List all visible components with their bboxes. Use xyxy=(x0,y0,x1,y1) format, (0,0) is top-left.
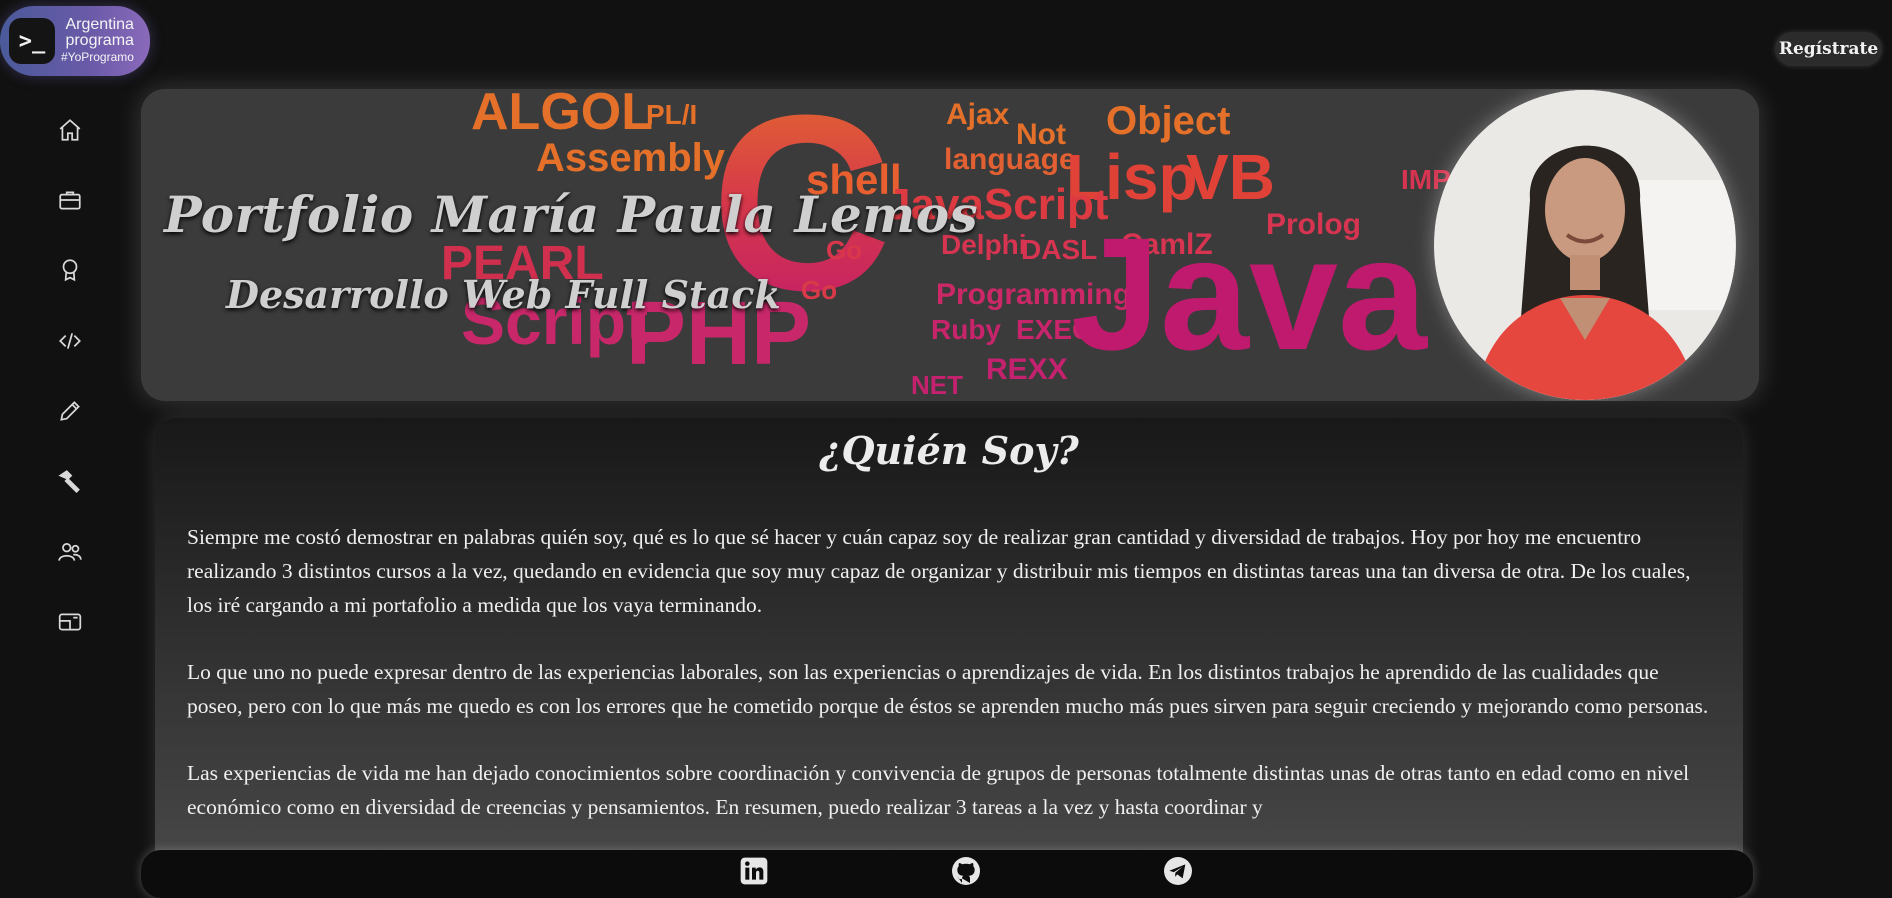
social-footer xyxy=(141,850,1753,898)
cloud-word-2: Assembly xyxy=(536,136,726,180)
cloud-word-0: ALGOL xyxy=(471,89,653,141)
logo-hashtag: #YoProgramo xyxy=(61,50,134,64)
programming-languages-word-cloud: ALGOL PL/I Assembly C shell Ajax Not lan… xyxy=(441,89,1451,400)
sidebar-item-skills[interactable] xyxy=(44,391,96,431)
logo-line-1: Argentina xyxy=(65,16,134,33)
about-paragraph: Siempre me costó demostrar en palabras q… xyxy=(187,525,1691,617)
sidebar-item-team[interactable] xyxy=(44,532,96,572)
profile-photo xyxy=(1434,90,1736,400)
sidebar-item-education[interactable] xyxy=(44,250,96,290)
about-paragraph: Lo que uno no puede expresar dentro de l… xyxy=(187,660,1709,718)
cloud-word-25: NET xyxy=(911,370,963,400)
portfolio-subtitle: Desarrollo Web Full Stack xyxy=(226,272,781,317)
cloud-word-22: Ruby xyxy=(931,314,1001,345)
hero-banner: ALGOL PL/I Assembly C shell Ajax Not lan… xyxy=(141,89,1759,401)
github-icon[interactable] xyxy=(950,855,982,887)
people-icon xyxy=(58,543,82,561)
about-section: ¿Quién Soy? Siempre me costó demostrar e… xyxy=(155,418,1743,890)
portfolio-title: Portfolio María Paula Lemos xyxy=(164,185,979,244)
sidebar-item-projects[interactable] xyxy=(44,461,96,501)
cloud-word-7: language xyxy=(944,143,1076,176)
contact-card-icon xyxy=(58,613,82,631)
register-button[interactable]: Regístrate xyxy=(1775,32,1882,66)
sidebar-item-experience[interactable] xyxy=(44,180,96,220)
cloud-word-8: Object xyxy=(1106,99,1230,143)
about-title: ¿Quién Soy? xyxy=(819,428,1079,473)
briefcase-icon xyxy=(59,191,81,210)
terminal-icon: >_ xyxy=(9,18,55,64)
telegram-icon[interactable] xyxy=(1162,855,1194,887)
cloud-word-10: VB xyxy=(1186,141,1275,213)
argentina-programa-logo[interactable]: >_ Argentina programa #YoProgramo xyxy=(0,6,150,76)
about-body: Siempre me costó demostrar en palabras q… xyxy=(187,520,1711,857)
cloud-word-1: PL/I xyxy=(646,99,697,130)
cloud-word-27: Go xyxy=(801,275,837,305)
about-paragraph: Las experiencias de vida me han dejado c… xyxy=(187,761,1690,819)
home-icon xyxy=(59,119,81,141)
sidebar-item-home[interactable] xyxy=(44,110,96,150)
cloud-word-5: Ajax xyxy=(946,98,1010,131)
code-icon xyxy=(59,333,81,349)
profile-person-illustration xyxy=(1435,90,1735,400)
sidebar-item-code[interactable] xyxy=(44,321,96,361)
logo-line-2: programa xyxy=(65,32,134,49)
hammer-icon xyxy=(58,470,80,494)
logo-text: Argentina programa #YoProgramo xyxy=(61,17,134,65)
linkedin-icon[interactable] xyxy=(738,855,770,887)
cloud-word-24: REXX xyxy=(986,353,1068,386)
award-icon xyxy=(62,259,78,282)
cloud-word-26: Java xyxy=(1071,204,1428,383)
sidebar-item-contact[interactable] xyxy=(44,602,96,642)
pencil-icon xyxy=(60,401,80,421)
